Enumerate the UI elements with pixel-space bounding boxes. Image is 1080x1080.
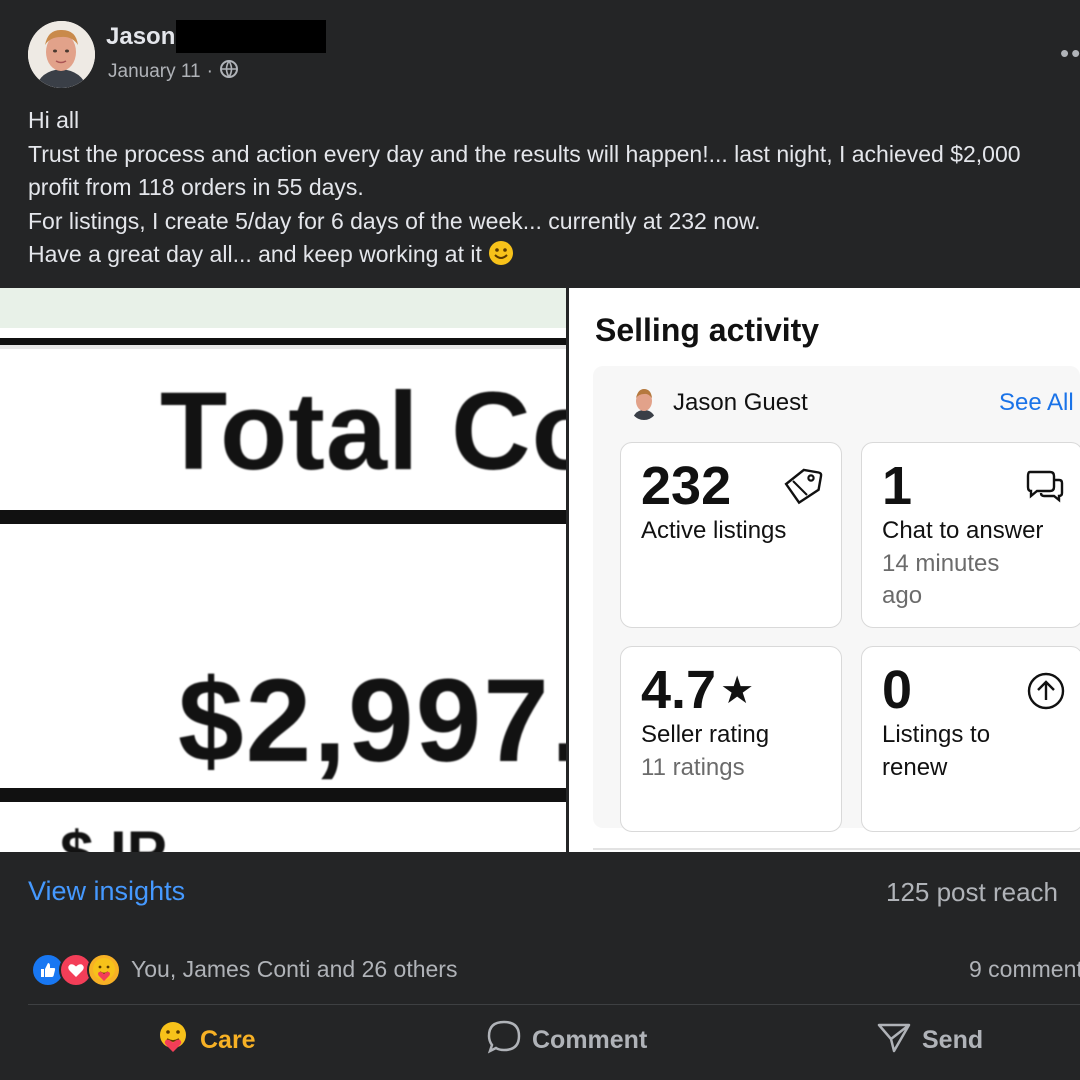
- chat-label: Chat to answer: [882, 517, 1044, 544]
- selling-activity-title: Selling activity: [595, 312, 820, 348]
- post-line-text: Have a great day all... and keep working…: [28, 241, 482, 267]
- comments-count[interactable]: 9 comments: [969, 956, 1080, 983]
- send-button[interactable]: Send: [876, 1022, 983, 1058]
- reactions-summary[interactable]: You, James Conti and 26 others: [131, 956, 457, 983]
- care-icon: [156, 1020, 190, 1061]
- author-name[interactable]: Jason: [106, 23, 175, 51]
- table-rule: [0, 510, 566, 524]
- care-label: Care: [200, 1025, 256, 1054]
- table-rule: [0, 338, 566, 345]
- comment-button[interactable]: Comment: [486, 1020, 648, 1058]
- chat-time-suffix: ago: [882, 582, 923, 609]
- active-listings-card[interactable]: 232 Active listings: [620, 442, 842, 628]
- arrow-up-circle-icon: [1026, 671, 1066, 716]
- table-rule-shadow: [0, 345, 566, 349]
- post-meta: January 11 ·: [108, 59, 239, 85]
- send-icon: [876, 1019, 912, 1062]
- post-line: Have a great day all... and keep working…: [28, 238, 1080, 276]
- globe-icon: [219, 59, 239, 85]
- star-icon: ★: [720, 669, 755, 712]
- tag-icon: [783, 467, 823, 510]
- post-image-left[interactable]: Total Co $2,997. $ IP: [0, 288, 566, 852]
- renew-label-2: renew: [882, 754, 948, 781]
- listings-to-renew-card[interactable]: 0 Listings to renew: [861, 646, 1080, 832]
- view-insights-link[interactable]: View insights: [28, 876, 185, 907]
- send-label: Send: [922, 1025, 984, 1054]
- active-listings-label: Active listings: [641, 517, 787, 544]
- chat-time: 14 minutes: [882, 550, 1000, 577]
- seller-rating-label: Seller rating: [641, 721, 770, 748]
- care-button[interactable]: Care: [156, 1020, 256, 1061]
- chat-bubbles-icon: [1024, 467, 1066, 510]
- redaction-bar: [176, 20, 326, 53]
- user-name: Jason Guest: [673, 389, 808, 416]
- care-icon: [87, 953, 121, 987]
- post-line: Hi all: [28, 107, 80, 133]
- table-rule: [0, 788, 566, 802]
- chat-card[interactable]: 1 Chat to answer 14 minutes ago: [861, 442, 1080, 628]
- action-divider: [28, 1004, 1080, 1005]
- reaction-icons[interactable]: [31, 953, 121, 987]
- image-band: [0, 288, 566, 328]
- ratings-count: 11 ratings: [641, 754, 745, 781]
- seller-rating-number: 4.7: [641, 660, 717, 720]
- author-avatar[interactable]: [28, 21, 95, 88]
- chat-value: 1: [882, 456, 913, 516]
- post-body: Hi all Trust the process and action ever…: [28, 104, 1080, 276]
- table-fragment-text: $ IP: [60, 818, 167, 852]
- comment-icon: [486, 1019, 522, 1062]
- panel-divider: [593, 848, 1080, 850]
- post-image-right[interactable]: Selling activity Jason Guest See All 232…: [569, 288, 1080, 852]
- seller-rating-value: 4.7 ★: [641, 659, 754, 721]
- post-date[interactable]: January 11: [108, 61, 201, 83]
- seller-rating-card[interactable]: 4.7 ★ Seller rating 11 ratings: [620, 646, 842, 832]
- post-reach: 125 post reach: [885, 877, 1058, 907]
- renew-label: Listings to: [882, 721, 991, 748]
- active-listings-value: 232: [641, 456, 732, 516]
- amount-text: $2,997.: [178, 655, 566, 787]
- comment-label: Comment: [532, 1025, 648, 1054]
- smile-emoji: [488, 240, 514, 276]
- user-avatar: [629, 386, 659, 420]
- more-options-icon[interactable]: ••: [1060, 38, 1080, 69]
- post-line: For listings, I create 5/day for 6 days …: [28, 207, 761, 234]
- renew-value: 0: [882, 660, 913, 720]
- post-line: profit from 118 orders in 55 days.: [28, 174, 364, 200]
- total-heading-text: Total Co: [160, 370, 566, 493]
- see-all-link[interactable]: See All: [999, 389, 1074, 417]
- post-line: Trust the process and action every day a…: [28, 140, 1021, 167]
- meta-separator: ·: [206, 61, 213, 82]
